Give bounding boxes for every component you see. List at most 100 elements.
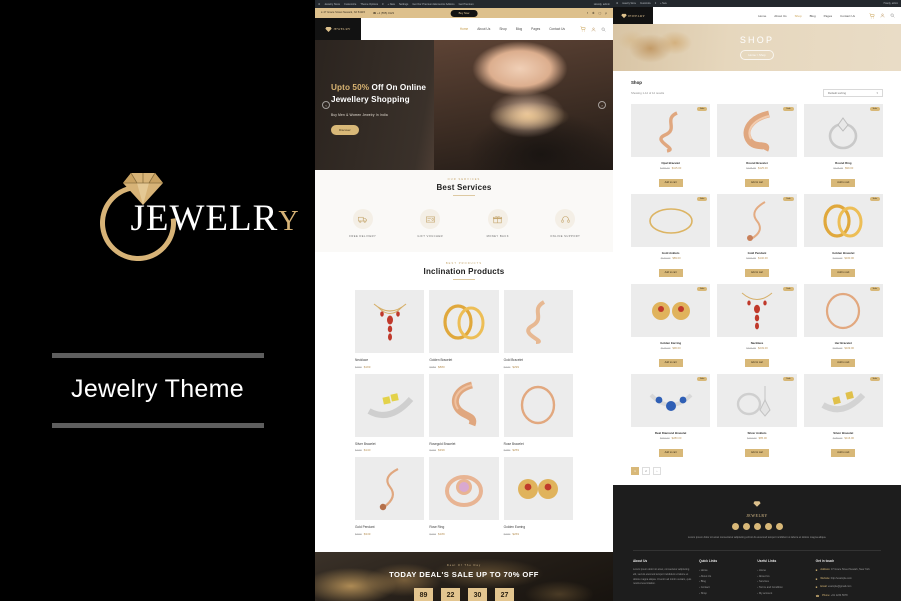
nav-item-home[interactable]: Home <box>758 14 766 18</box>
instagram-icon[interactable]: ▢ <box>598 11 601 15</box>
contact-website[interactable]: ■ Website: http://example.com <box>816 577 881 581</box>
header-logo[interactable]: JEWELRY <box>315 18 361 40</box>
adminbar-item[interactable]: Customize <box>640 3 651 5</box>
slider-next-arrow[interactable]: › <box>598 101 606 109</box>
product-image[interactable]: Sale <box>803 194 883 247</box>
product-image[interactable]: Sale <box>803 104 883 157</box>
product-image[interactable] <box>429 457 499 520</box>
product-card[interactable]: Rose Ring $220 $189 <box>429 457 499 536</box>
product-card[interactable]: Sale Round Ring $145.00 $99.00 Add to car… <box>803 104 883 188</box>
product-card[interactable]: Sale Real Diamond Bracelet $340.00 $280.0… <box>631 374 711 458</box>
add-to-cart-button[interactable]: Add to cart <box>831 268 856 277</box>
service-item[interactable]: ONLINE SUPPORT <box>536 209 594 238</box>
product-card[interactable]: Gold Bracelet $320 $299 <box>503 290 573 369</box>
product-image[interactable]: Sale <box>631 104 711 157</box>
contact-phone[interactable]: ☎ Phone: +91 1234 5678 <box>816 594 881 598</box>
service-item[interactable]: FREE DELIVERY <box>334 209 392 238</box>
product-card[interactable]: Necklace $250 $199 <box>355 290 425 369</box>
product-card[interactable]: Golden Bracelet $980 $880 <box>429 290 499 369</box>
product-card[interactable]: Sale Opal Bracelet $165.00 $115.00 Add to… <box>631 104 711 188</box>
wp-admin-bar[interactable]: ⚙ Jewelry Store Customize Theme Options … <box>315 0 613 8</box>
adminbar-item[interactable]: + New <box>660 3 667 5</box>
cart-icon[interactable] <box>580 26 586 32</box>
product-image[interactable] <box>355 457 425 520</box>
product-card[interactable]: Sale Gold Pendant $190.00 $140.00 Add to … <box>717 194 797 278</box>
product-image[interactable]: Sale <box>717 104 797 157</box>
product-card[interactable]: Sale Silver Anklets $110.00 $85.00 Add to… <box>717 374 797 458</box>
product-image[interactable]: Sale <box>803 374 883 427</box>
user-icon[interactable] <box>591 27 596 32</box>
adminbar-item[interactable]: Settings <box>399 3 408 6</box>
product-card[interactable]: Rose Bracelet $280 $259 <box>503 373 573 452</box>
product-image[interactable]: Sale <box>631 374 711 427</box>
page-next-button[interactable]: › <box>653 467 661 475</box>
contact-email[interactable]: ■ Email: example@gmail.com <box>816 585 881 589</box>
product-card[interactable]: Sale Silver Bracelet $150.00 $116.00 Add … <box>803 374 883 458</box>
page-2-button[interactable]: 2 <box>642 467 650 475</box>
product-card[interactable]: Sale Golden Bracelet $210.00 $160.00 Add … <box>803 194 883 278</box>
product-image[interactable]: Sale <box>717 374 797 427</box>
footer-logo[interactable]: JEWELRY <box>613 495 901 518</box>
add-to-cart-button[interactable]: Add to cart <box>831 358 856 367</box>
hero-cta-button[interactable]: Discover <box>331 124 359 135</box>
product-image[interactable] <box>355 373 425 437</box>
product-image[interactable]: Sale <box>631 194 711 247</box>
adminbar-item[interactable]: Customize <box>344 3 356 6</box>
product-image[interactable] <box>355 290 425 353</box>
nav-item-pages[interactable]: Pages <box>531 27 540 31</box>
product-card[interactable]: Sale Necklace $320.00 $249.00 Add to cart <box>717 284 797 368</box>
product-image[interactable] <box>503 457 573 520</box>
cart-icon[interactable] <box>869 13 875 19</box>
wp-logo-icon[interactable]: ⚙ <box>318 3 320 6</box>
nav-item-contact[interactable]: Contact Us <box>549 27 565 31</box>
facebook-icon[interactable]: f <box>587 11 588 15</box>
nav-item-home[interactable]: Home <box>460 27 469 31</box>
product-image[interactable]: Sale <box>717 284 797 337</box>
service-item[interactable]: GIFT VOUCHER <box>401 209 459 238</box>
adminbar-account[interactable]: Howdy, admin <box>594 3 610 6</box>
search-icon[interactable] <box>601 27 606 32</box>
add-to-cart-button[interactable]: Add to cart <box>658 178 683 187</box>
add-to-cart-button[interactable]: Add to cart <box>831 448 856 457</box>
product-card[interactable]: Sale Gold Anklets $130.00 $89.00 Add to c… <box>631 194 711 278</box>
add-to-cart-button[interactable]: Add to cart <box>658 448 683 457</box>
nav-item-blog[interactable]: Blog <box>516 27 522 31</box>
nav-item-blog[interactable]: Blog <box>810 14 816 18</box>
add-to-cart-button[interactable]: Add to cart <box>744 178 770 187</box>
footer-link[interactable]: › Shop <box>699 591 751 597</box>
add-to-cart-button[interactable]: Add to cart <box>831 178 856 187</box>
product-image[interactable] <box>503 373 573 437</box>
product-card[interactable]: Sale Her Bracelet $155.00 $109.00 Add to … <box>803 284 883 368</box>
product-card[interactable]: Sale Round Bracelet $175.00 $125.00 Add t… <box>717 104 797 188</box>
product-card[interactable]: Sale Golden Earring $125.00 $96.00 Add to… <box>631 284 711 368</box>
product-image[interactable]: Sale <box>631 284 711 337</box>
product-image[interactable]: Sale <box>803 284 883 337</box>
nav-item-pages[interactable]: Pages <box>824 14 833 18</box>
breadcrumb[interactable]: Home > Shop <box>740 50 774 60</box>
add-to-cart-button[interactable]: Add to cart <box>658 358 683 367</box>
adminbar-item[interactable]: 0 <box>382 3 383 6</box>
nav-item-contact[interactable]: Contact Us <box>840 14 855 18</box>
adminbar-item[interactable]: 0 <box>655 3 656 5</box>
header-logo[interactable]: JEWELRY <box>613 7 653 24</box>
search-icon[interactable] <box>890 13 895 18</box>
user-icon[interactable] <box>880 13 885 18</box>
nav-item-about[interactable]: About Us <box>477 27 490 31</box>
pinterest-icon[interactable]: p <box>605 11 607 15</box>
twitter-icon[interactable]: ✻ <box>592 11 595 15</box>
topbar-social[interactable]: f ✻ ▢ p <box>587 11 607 15</box>
topbar-phone[interactable]: ☎ +1 (555) 0123 <box>373 11 394 15</box>
product-card[interactable]: Golden Earring $300 $269 <box>503 457 573 536</box>
wp-logo-icon[interactable]: ⚙ <box>616 2 618 5</box>
add-to-cart-button[interactable]: Add to cart <box>744 448 770 457</box>
nav-item-shop[interactable]: Shop <box>795 14 802 18</box>
adminbar-account[interactable]: Howdy, admin <box>884 3 898 5</box>
add-to-cart-button[interactable]: Add to cart <box>744 268 770 277</box>
wp-admin-bar[interactable]: ⚙ Jewelry Store Customize 0 + New Howdy,… <box>613 0 901 7</box>
product-image[interactable] <box>503 290 573 353</box>
footer-link[interactable]: › My account <box>757 591 809 597</box>
product-image[interactable] <box>429 373 499 437</box>
adminbar-item[interactable]: Theme Options <box>360 3 378 6</box>
adminbar-item[interactable]: + New <box>388 3 395 6</box>
product-image[interactable] <box>429 290 499 353</box>
